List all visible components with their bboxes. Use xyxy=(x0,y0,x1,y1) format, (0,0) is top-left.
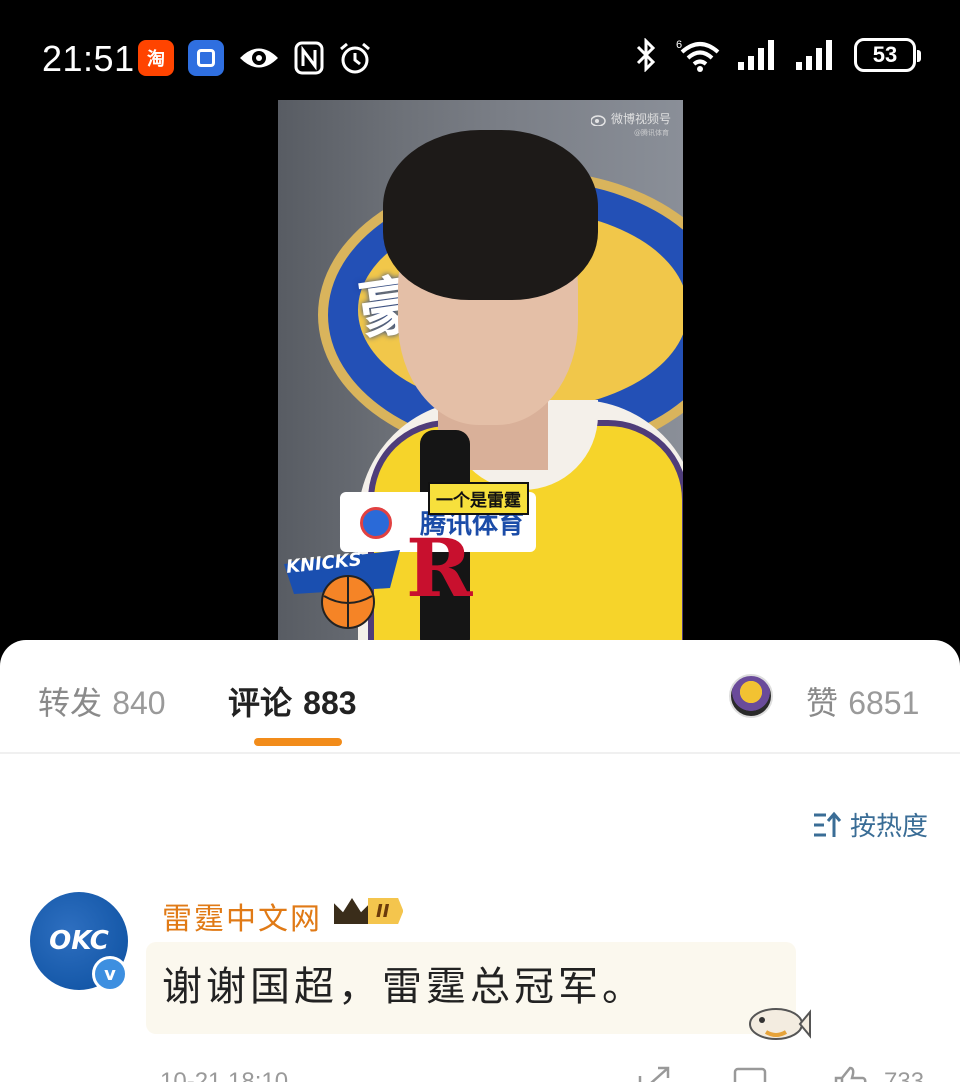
svg-text:6: 6 xyxy=(676,39,682,51)
video-watermark: 微博视频号 xyxy=(590,110,671,127)
bluetooth-icon xyxy=(636,38,656,72)
wifi-icon: 6 xyxy=(676,39,720,72)
watermark-sub: @腾讯体育 xyxy=(634,129,669,137)
tab-bar: 转发 840 评论 883 赞 6851 xyxy=(0,640,960,752)
tab-active-indicator xyxy=(254,738,342,746)
video-frame[interactable]: 豪 K 腾讯体育 一个是雷霆 KNICKS R 微博视频号 @腾讯体育 xyxy=(278,100,683,645)
like-icon[interactable] xyxy=(832,1066,868,1082)
app-blue-icon xyxy=(188,40,224,76)
notification-icons: 淘 xyxy=(138,40,372,76)
system-icons: 6 53 xyxy=(634,38,921,72)
rockets-logo-icon: R xyxy=(406,521,473,615)
share-icon[interactable] xyxy=(636,1066,672,1082)
nfc-icon xyxy=(294,41,324,75)
taobao-icon: 淘 xyxy=(138,40,174,76)
tab-like-count: 6851 xyxy=(848,685,920,721)
comments-sheet: 转发 840 评论 883 赞 6851 按热度 OKC v 雷霆中文网 II xyxy=(0,640,960,1082)
tab-divider xyxy=(0,752,960,754)
comment-icon[interactable] xyxy=(732,1066,768,1082)
vip-level: II xyxy=(368,898,404,924)
signal-icon xyxy=(796,40,832,70)
watermark-text: 微博视频号 xyxy=(610,112,671,126)
video-caption: 一个是雷霆 xyxy=(428,482,529,515)
sort-label: 按热度 xyxy=(849,812,928,842)
avatar-logo-text: OKC xyxy=(49,926,109,956)
comment-text[interactable]: 谢谢国超，雷霆总冠军。 xyxy=(162,954,646,1012)
comment-time: 10-21 18:10 xyxy=(160,1068,289,1082)
tab-comment-label: 评论 xyxy=(228,684,293,722)
tab-comment[interactable]: 评论 883 xyxy=(228,678,357,724)
tab-repost[interactable]: 转发 840 xyxy=(38,678,166,724)
tab-like[interactable]: 赞 6851 xyxy=(806,678,919,724)
status-time: 21:51 xyxy=(42,38,135,79)
knicks-logo-icon xyxy=(284,550,400,629)
tab-like-label: 赞 xyxy=(806,684,839,722)
tab-repost-label: 转发 xyxy=(38,684,103,722)
tab-comment-count: 883 xyxy=(303,685,357,721)
comment-username[interactable]: 雷霆中文网 xyxy=(162,894,322,938)
battery-icon: 53 xyxy=(854,38,921,72)
alarm-icon xyxy=(340,42,370,74)
liker-avatar[interactable] xyxy=(729,674,773,718)
status-bar: 21:51 淘 6 53 xyxy=(0,0,960,100)
verified-icon: v xyxy=(92,956,128,992)
crown-icon xyxy=(334,898,370,924)
tab-repost-count: 840 xyxy=(112,685,166,721)
sort-button[interactable]: 按热度 xyxy=(812,806,928,843)
comment-like-count: 733 xyxy=(884,1068,925,1082)
eye-icon xyxy=(240,48,278,68)
signal-icon xyxy=(738,40,774,70)
sort-icon xyxy=(813,811,842,837)
person-hair xyxy=(383,130,598,300)
comment-item: OKC v 雷霆中文网 II 谢谢国超，雷霆总冠军。 10-21 18:10 7… xyxy=(0,890,960,1082)
vip-badge[interactable]: II xyxy=(334,898,404,924)
weibo-icon xyxy=(590,114,606,126)
media-area[interactable]: 豪 K 腾讯体育 一个是雷霆 KNICKS R 微博视频号 @腾讯体育 xyxy=(0,100,960,660)
fish-sticker-icon xyxy=(749,1008,811,1040)
